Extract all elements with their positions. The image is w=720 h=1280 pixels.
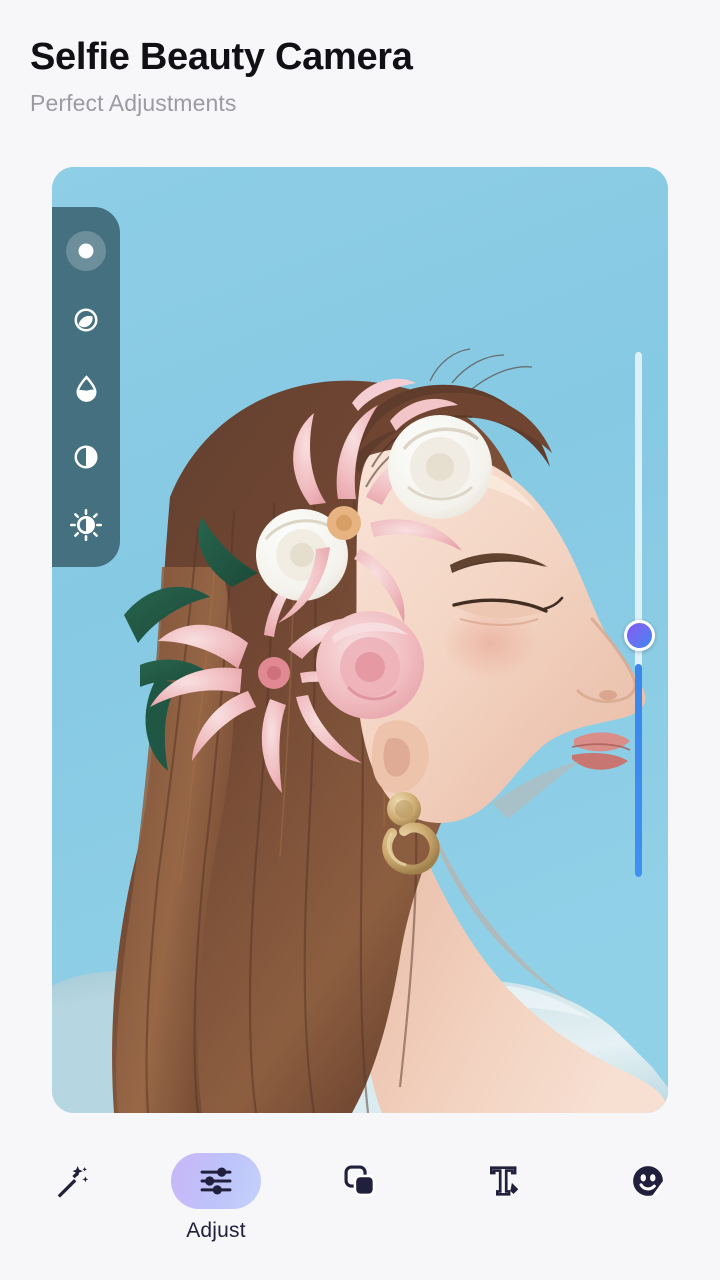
tool-tone-button[interactable] (64, 298, 108, 342)
adjustment-tool-rail (52, 207, 120, 567)
brightness-sun-icon (69, 508, 103, 542)
magic-wand-icon (57, 1166, 89, 1198)
header: Selfie Beauty Camera Perfect Adjustments (30, 36, 690, 117)
sliders-icon (200, 1167, 232, 1195)
photo-canvas[interactable] (52, 167, 668, 1113)
text-tool-icon (489, 1166, 519, 1196)
slider-thumb[interactable] (623, 620, 655, 651)
blur-circle-icon (78, 243, 94, 259)
slider-fill (635, 664, 642, 877)
nav-item-collage[interactable]: Collage (305, 1153, 415, 1243)
nav-icon-wrap-text (459, 1153, 549, 1209)
photo-image (52, 167, 668, 1113)
page-title: Selfie Beauty Camera (30, 36, 413, 78)
nav-item-enhance[interactable]: Enhance (17, 1153, 127, 1243)
sticker-face-icon (633, 1166, 663, 1196)
tool-saturation-button[interactable] (64, 366, 108, 410)
tool-blur-button[interactable] (64, 229, 108, 273)
nav-item-adjust[interactable]: Adjust (161, 1153, 271, 1243)
page-subtitle: Perfect Adjustments (30, 89, 237, 116)
nav-icon-wrap-stickers (603, 1153, 693, 1209)
saturation-droplet-icon (75, 374, 97, 402)
tone-crescent-icon (74, 308, 98, 331)
contrast-half-circle-icon (74, 445, 98, 468)
tool-contrast-button[interactable] (64, 435, 108, 479)
adjustment-slider[interactable] (623, 352, 655, 877)
nav-item-stickers[interactable]: Stickers (593, 1153, 703, 1243)
layers-icon (344, 1165, 376, 1197)
app-screen: Selfie Beauty Camera Perfect Adjustments (0, 0, 720, 1280)
nav-icon-wrap-enhance (27, 1153, 117, 1209)
nav-icon-wrap-adjust (171, 1153, 261, 1209)
tool-brightness-button[interactable] (64, 503, 108, 547)
nav-label-adjust: Adjust (186, 1219, 246, 1242)
bottom-navigation: Enhance Adjust (0, 1135, 720, 1280)
nav-item-text[interactable]: Text (449, 1153, 559, 1243)
nav-icon-wrap-collage (315, 1153, 405, 1209)
